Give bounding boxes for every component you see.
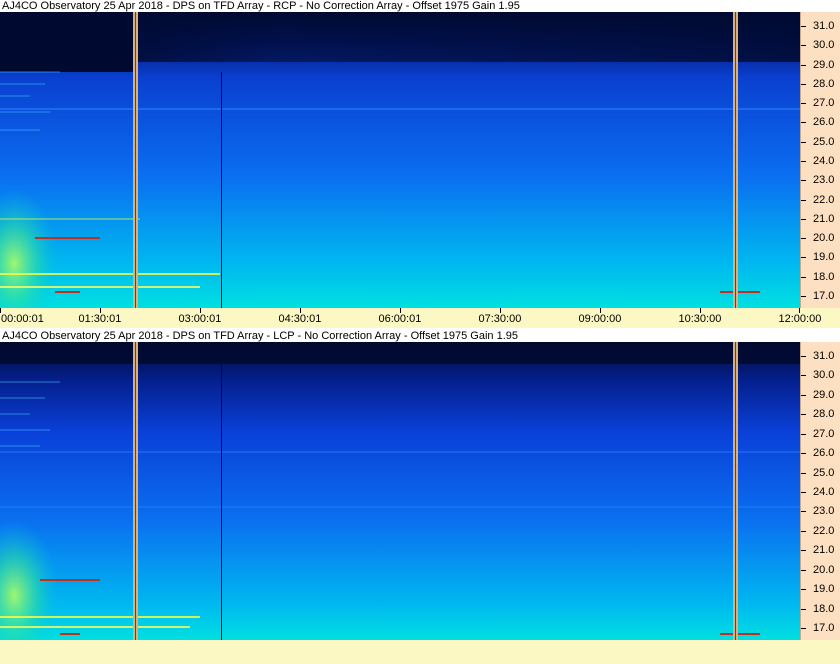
frequency-label: 31.0 [813, 350, 835, 362]
spectrogram-lcp [0, 342, 800, 640]
time-label: 04:30:01 [278, 313, 322, 325]
frequency-label: 27.0 [813, 427, 835, 440]
frequency-label: 27.0 [813, 97, 835, 110]
spectrogram-panel-rcp: AJ4CO Observatory 25 Apr 2018 - DPS on T… [0, 0, 840, 328]
frequency-label: 21.0 [813, 212, 835, 225]
time-label: 10:30:00 [678, 313, 722, 325]
frequency-tick [801, 589, 806, 591]
frequency-tick [801, 550, 806, 552]
frequency-label: 23.0 [813, 505, 835, 518]
frequency-label: 20.0 [813, 563, 835, 576]
frequency-tick [801, 103, 806, 105]
spectrogram-panel-lcp: AJ4CO Observatory 25 Apr 2018 - DPS on T… [0, 330, 840, 640]
frequency-tick [801, 141, 806, 143]
frequency-label: 18.0 [813, 602, 835, 615]
frequency-label: 19.0 [813, 583, 835, 596]
frequency-label: 24.0 [813, 155, 835, 167]
frequency-tick [801, 414, 806, 416]
frequency-tick [801, 257, 806, 259]
frequency-label: 22.0 [813, 524, 835, 537]
time-label: 06:00:01 [378, 313, 422, 325]
frequency-tick [801, 394, 806, 396]
frequency-label: 19.0 [813, 251, 835, 264]
time-label: 01:30:01 [78, 313, 122, 325]
frequency-label: 29.0 [813, 58, 835, 71]
frequency-tick [801, 180, 806, 182]
frequency-label: 21.0 [813, 544, 835, 557]
frequency-label: 18.0 [813, 270, 835, 283]
time-label: 03:00:01 [178, 313, 222, 325]
frequency-label: 22.0 [813, 193, 835, 206]
frequency-tick [801, 276, 806, 278]
frequency-label: 25.0 [813, 466, 835, 479]
time-label: 07:30:00 [478, 313, 522, 325]
frequency-label: 28.0 [813, 408, 835, 421]
frequency-tick [801, 530, 806, 532]
frequency-axis-rcp: 31.0 30.0 29.0 28.0 27.0 26.0 25.0 24.0 23.0 22.0… [800, 12, 840, 308]
frequency-label: 20.0 [813, 232, 835, 245]
frequency-tick [801, 26, 806, 27]
frequency-label: 28.0 [813, 77, 835, 90]
time-label: 12:00:00 [778, 313, 822, 325]
frequency-label: 25.0 [813, 135, 835, 148]
time-axis-rcp: 00:00:01 01:30:01 03:00:01 04:30:01 06:00:01… [0, 308, 840, 328]
frequency-tick [801, 296, 806, 297]
frequency-tick [801, 218, 806, 220]
frequency-label: 31.0 [813, 20, 835, 32]
frequency-label: 30.0 [813, 39, 835, 52]
frequency-tick [801, 608, 806, 610]
frequency-tick [801, 64, 806, 66]
frequency-tick [801, 569, 806, 571]
frequency-axis-lcp: 31.0 30.0 29.0 28.0 27.0 26.0 25.0 24.0 23.0 22.0… [800, 342, 840, 640]
frequency-label: 17.0 [813, 290, 835, 302]
panel-title-rcp: AJ4CO Observatory 25 Apr 2018 - DPS on T… [0, 0, 840, 12]
frequency-tick [801, 83, 806, 85]
frequency-tick [801, 433, 806, 435]
frequency-tick [801, 472, 806, 474]
frequency-tick [801, 122, 806, 124]
frequency-label: 30.0 [813, 369, 835, 382]
frequency-tick [801, 238, 806, 240]
frequency-label: 23.0 [813, 174, 835, 187]
frequency-tick [801, 356, 806, 357]
time-label: 09:00:00 [578, 313, 622, 325]
frequency-tick [801, 199, 806, 201]
time-axis-lcp [0, 640, 840, 664]
frequency-tick [801, 161, 806, 162]
frequency-tick [801, 511, 806, 513]
time-label: 00:00:01 [1, 313, 44, 325]
frequency-label: 24.0 [813, 486, 835, 498]
frequency-label: 17.0 [813, 622, 835, 634]
spectrogram-rcp [0, 12, 800, 308]
frequency-label: 26.0 [813, 447, 835, 460]
frequency-label: 29.0 [813, 388, 835, 401]
frequency-label: 26.0 [813, 116, 835, 129]
panel-title-lcp: AJ4CO Observatory 25 Apr 2018 - DPS on T… [0, 330, 840, 342]
frequency-tick [801, 453, 806, 455]
frequency-tick [801, 628, 806, 629]
frequency-tick [801, 492, 806, 493]
frequency-tick [801, 45, 806, 47]
frequency-tick [801, 375, 806, 377]
